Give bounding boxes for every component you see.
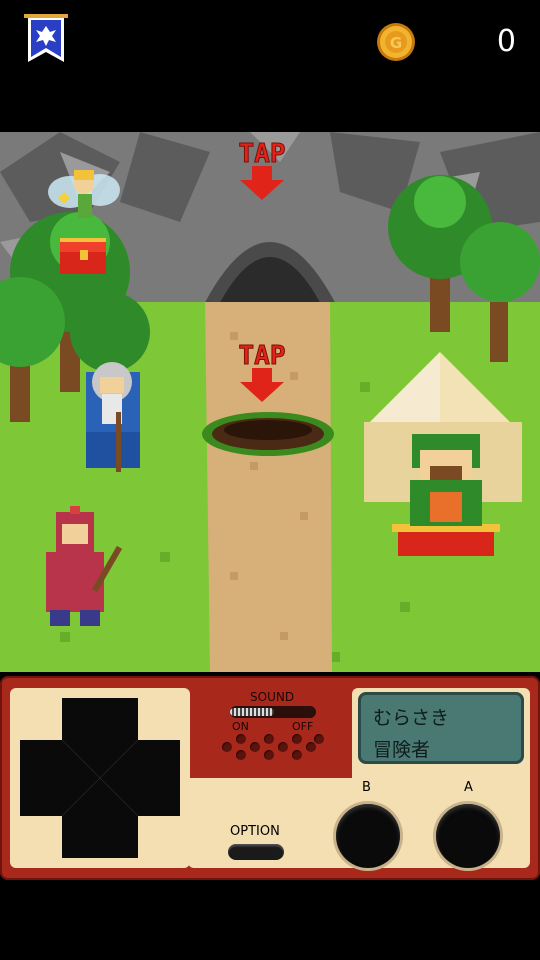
player-name: むらさき: [373, 707, 450, 729]
b-button[interactable]: [336, 804, 400, 868]
player-title: 冒険者: [373, 739, 431, 761]
a-label: A: [464, 780, 473, 795]
speaker-hole: [314, 734, 324, 744]
option-button[interactable]: [228, 844, 284, 860]
coin-count: 0: [496, 24, 516, 59]
sound-toggle[interactable]: [230, 706, 316, 718]
speaker-hole: [292, 750, 302, 760]
game-scene[interactable]: TAP TAP: [0, 132, 540, 672]
treasure-chest-sprite[interactable]: [60, 238, 106, 274]
b-label: B: [362, 780, 371, 795]
option-label: OPTION: [230, 824, 280, 839]
bottom-bar: [0, 880, 540, 960]
tap-label-hole: TAP: [239, 341, 286, 371]
tap-label-cave: TAP: [239, 139, 286, 169]
a-button[interactable]: [436, 804, 500, 868]
wizard-sprite[interactable]: [86, 362, 140, 472]
speaker-hole: [222, 742, 232, 752]
controller-panel: SOUND ON OFF むらさき 冒険者 OPTION B A: [0, 676, 540, 880]
gold-coin-icon: G: [376, 22, 416, 62]
dpad[interactable]: [18, 696, 182, 860]
guild-banner-icon[interactable]: [24, 14, 68, 66]
merchant-sprite[interactable]: [410, 434, 482, 526]
sound-on-label: ON: [232, 720, 249, 733]
sound-off-label: OFF: [292, 720, 314, 733]
top-bar: G 0: [0, 0, 540, 132]
sound-label: SOUND: [250, 690, 295, 704]
speaker-hole: [236, 734, 246, 744]
speaker-hole: [292, 734, 302, 744]
speaker-hole: [236, 750, 246, 760]
speaker-hole: [306, 742, 316, 752]
sound-knob[interactable]: [230, 708, 274, 716]
speaker-hole: [278, 742, 288, 752]
speaker-hole: [250, 742, 260, 752]
speaker-hole: [264, 734, 274, 744]
speaker-hole: [264, 750, 274, 760]
lcd-screen: むらさき 冒険者: [358, 692, 524, 764]
svg-text:G: G: [390, 34, 402, 52]
